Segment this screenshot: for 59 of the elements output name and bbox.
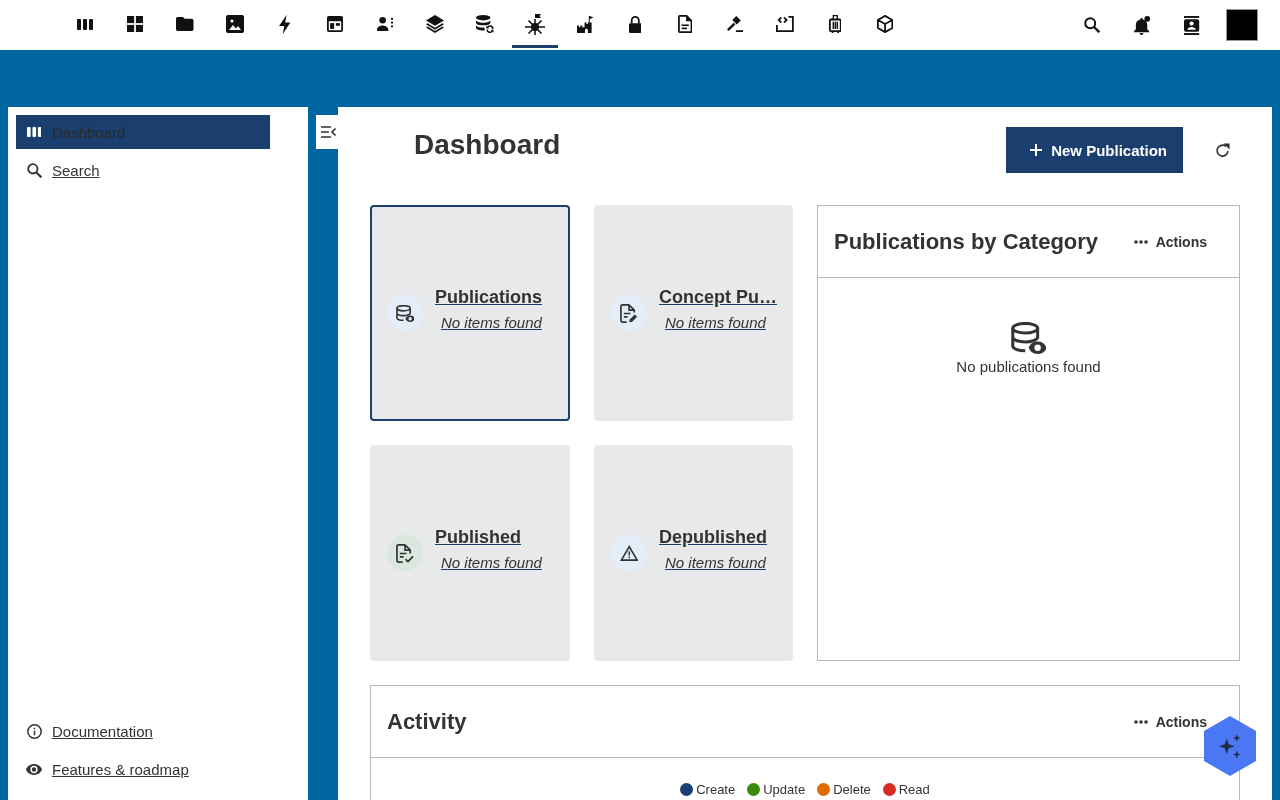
layers-icon — [426, 15, 444, 33]
database-eye-icon — [1010, 322, 1047, 354]
document-icon — [677, 15, 693, 33]
stat-card[interactable]: Published No items found — [370, 445, 570, 661]
actions-button[interactable]: Actions — [1133, 713, 1207, 730]
legend-label: Read — [898, 782, 930, 797]
code-icon — [776, 16, 794, 32]
columns-icon — [77, 18, 93, 30]
info-icon — [26, 723, 42, 739]
luggage-icon — [828, 15, 842, 33]
bell-icon — [1133, 15, 1151, 35]
panel-title: Publications by Category — [834, 228, 1099, 255]
refresh-icon — [1214, 142, 1230, 158]
new-publication-button[interactable]: New Publication — [1006, 127, 1183, 173]
search-icon — [26, 162, 42, 178]
sidebar-link[interactable]: Documentation — [16, 714, 270, 748]
card-status-link[interactable]: No items found — [441, 314, 542, 332]
panel-title: Activity — [387, 708, 467, 735]
card-title-link[interactable]: Publications — [435, 286, 542, 308]
cube-icon — [876, 15, 894, 33]
image-icon — [226, 15, 244, 33]
eye-icon — [26, 763, 42, 775]
more-icon — [1133, 239, 1148, 244]
collapse-sidebar-button[interactable] — [316, 115, 338, 149]
card-status-link[interactable]: No items found — [665, 314, 766, 332]
legend-label: Delete — [833, 782, 871, 797]
plus-icon — [1030, 144, 1043, 156]
grid-icon — [127, 16, 143, 32]
page-title: Dashboard — [414, 128, 561, 162]
layout-icon — [327, 16, 343, 32]
card-title-link[interactable]: Published — [435, 526, 521, 548]
database-sync-icon — [476, 15, 494, 33]
avatar-placeholder[interactable] — [1226, 9, 1258, 41]
empty-state-text: No publications found — [956, 358, 1101, 376]
card-title-link[interactable]: Concept Pu… — [659, 286, 777, 308]
more-icon — [1133, 719, 1148, 724]
gavel-icon — [726, 16, 744, 32]
actions-button[interactable]: Actions — [1133, 233, 1207, 250]
folder-icon — [176, 17, 194, 31]
sparkle-icon — [1219, 734, 1241, 758]
stat-card[interactable]: Publications No items found — [370, 205, 570, 421]
search-icon — [1084, 17, 1100, 33]
castle-icon — [576, 15, 594, 33]
card-status-link[interactable]: No items found — [441, 554, 542, 572]
legend-label: Update — [763, 782, 806, 797]
card-status-link[interactable]: No items found — [665, 554, 766, 572]
stat-card[interactable]: Concept Pu… No items found — [594, 205, 793, 421]
stat-card[interactable]: Depublished No items found — [594, 445, 793, 661]
person-list-icon — [376, 17, 394, 31]
menu-collapse-icon — [320, 126, 336, 138]
legend-label: Create — [696, 782, 736, 797]
lock-icon — [628, 15, 642, 33]
columns-icon — [26, 127, 42, 137]
starburst-flag-icon — [525, 13, 545, 35]
card-title-link[interactable]: Depublished — [659, 526, 767, 548]
contact-card-icon — [1184, 15, 1200, 35]
sidebar-link[interactable]: Features & roadmap — [16, 752, 270, 786]
lightning-icon — [279, 14, 291, 34]
sidebar-item[interactable]: Search — [16, 153, 270, 187]
